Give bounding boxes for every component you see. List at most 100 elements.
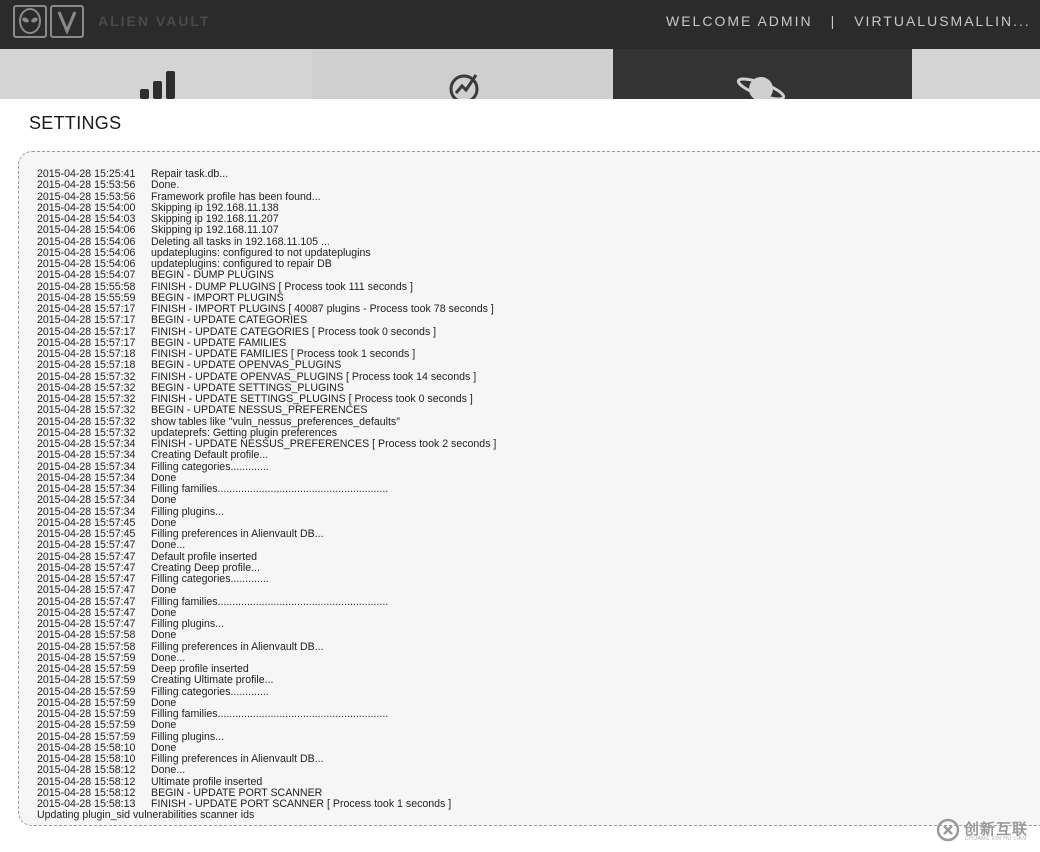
- header-separator: |: [830, 13, 837, 29]
- log-timestamp: 2015-04-28 15:57:59: [37, 719, 136, 732]
- log-timestamp: 2015-04-28 15:57:47: [37, 539, 136, 552]
- log-message: Creating Ultimate profile...: [151, 674, 274, 687]
- log-message: Filling categories.............: [151, 460, 269, 473]
- nav-tab-environment[interactable]: [613, 49, 912, 99]
- log-message: FINISH - UPDATE PORT SCANNER [ Process t…: [151, 798, 452, 810]
- log-message: Filling preferences in Alienvault DB...: [151, 528, 324, 540]
- log-lines: 2015-04-28 15:25:41 Repair task.db... 2015…: [37, 168, 497, 822]
- log-line: Updating plugin_sid vulnerabilities scan…: [37, 810, 496, 821]
- log-message: FINISH - IMPORT PLUGINS [ 40087 plugins …: [151, 303, 494, 315]
- log-timestamp: 2015-04-28 15:53:56: [37, 179, 136, 192]
- log-message: Done: [151, 471, 177, 484]
- welcome-text[interactable]: WELCOME ADMIN: [666, 13, 813, 29]
- log-timestamp: 2015-04-28 15:57:18: [37, 359, 136, 372]
- log-message: updateplugins: configured to repair DB: [151, 258, 332, 270]
- log-timestamp: 2015-04-28 15:57:32: [37, 404, 136, 417]
- log-message: show tables like "vuln_nessus_preference…: [151, 415, 400, 428]
- log-timestamp: 2015-04-28 15:57:34: [37, 494, 136, 507]
- log-message: Filling plugins...: [151, 730, 225, 743]
- log-message: BEGIN - IMPORT PLUGINS: [151, 291, 284, 304]
- alien-logo-icon[interactable]: [13, 5, 47, 38]
- nav-tab-more[interactable]: [913, 49, 1040, 99]
- log-message: BEGIN - UPDATE OPENVAS_PLUGINS: [151, 359, 342, 372]
- log-message: Done...: [151, 651, 186, 664]
- log-timestamp: 2015-04-28 15:57:59: [37, 674, 136, 687]
- log-message: Skipping ip 192.168.11.107: [151, 224, 279, 237]
- log-message: Skipping ip 192.168.11.207: [151, 213, 279, 225]
- log-message: FINISH - UPDATE SETTINGS_PLUGINS [ Proce…: [151, 393, 473, 405]
- brand-name: ALIEN VAULT: [98, 13, 211, 29]
- log-message: Done: [151, 494, 177, 507]
- log-message: Filling categories.............: [151, 573, 269, 585]
- log-message: Filling preferences in Alienvault DB...: [151, 640, 324, 653]
- main-nav: [0, 49, 1040, 99]
- log-message: Done: [151, 629, 177, 642]
- log-message: FINISH - DUMP PLUGINS [ Process took 111…: [151, 280, 413, 293]
- log-message: Done: [151, 696, 177, 709]
- log-message: BEGIN - UPDATE SETTINGS_PLUGINS: [151, 381, 344, 394]
- top-bar: ALIEN VAULT WELCOME ADMIN | VIRTUALUSMALLI…: [0, 0, 1040, 49]
- log-message: Filling plugins...: [151, 505, 225, 518]
- log-message: Deleting all tasks in 192.168.11.105 ...: [151, 235, 330, 248]
- log-message: BEGIN - UPDATE PORT SCANNER: [151, 786, 323, 799]
- log-message: FINISH - UPDATE NESSUS_PREFERENCES [ Pro…: [151, 438, 497, 450]
- log-message: Done: [151, 584, 177, 597]
- user-menu[interactable]: WELCOME ADMIN | VIRTUALUSMALLIN...: [666, 13, 1036, 29]
- log-message: Done...: [151, 539, 186, 552]
- nav-tab-dashboard[interactable]: [0, 49, 312, 99]
- log-message: Done: [151, 606, 177, 619]
- log-line: 2015-04-28 15:57:47 Done...: [37, 539, 496, 552]
- gauge-icon: [449, 74, 479, 99]
- log-message: BEGIN - UPDATE NESSUS_PREFERENCES: [151, 404, 368, 417]
- nav-tab-analysis[interactable]: [312, 49, 612, 99]
- watermark: 创新互联 CHUANG XIN HU LIAN: [936, 816, 1036, 846]
- watermark-subtext: CHUANG XIN HU LIAN: [965, 836, 1027, 842]
- log-message: Filling plugins...: [151, 618, 225, 630]
- v-logo-icon[interactable]: [50, 5, 84, 38]
- log-message: Filling families........................…: [151, 483, 389, 495]
- log-line: 2015-04-28 15:57:34 Done: [37, 494, 496, 507]
- log-message: Done.: [151, 179, 180, 192]
- log-timestamp: 2015-04-28 15:58:12: [37, 764, 136, 777]
- settings-modal: SETTINGS 2015-04-28 15:25:41 Repair task.…: [4, 99, 1040, 852]
- log-message: BEGIN - UPDATE FAMILIES: [151, 336, 287, 349]
- log-message: Repair task.db...: [151, 168, 229, 180]
- log-message: Filling categories.............: [151, 685, 269, 698]
- log-message: Done...: [151, 764, 186, 777]
- log-message: Creating Deep profile...: [151, 561, 260, 574]
- log-message: Filling preferences in Alienvault DB...: [151, 753, 324, 765]
- log-timestamp: 2015-04-28 15:57:17: [37, 314, 136, 327]
- log-timestamp: 2015-04-28 15:57:47: [37, 584, 136, 597]
- log-timestamp: 2015-04-28 15:57:34: [37, 449, 136, 462]
- log-message: Filling families........................…: [151, 708, 389, 720]
- log-message: Creating Default profile...: [151, 449, 269, 462]
- log-message: BEGIN - DUMP PLUGINS: [151, 269, 274, 282]
- modal-title: SETTINGS: [29, 113, 122, 133]
- log-message: updateprefs: Getting plugin preferences: [151, 426, 338, 439]
- log-message: BEGIN - UPDATE CATEGORIES: [151, 314, 308, 327]
- log-message: Default profile inserted: [151, 550, 257, 563]
- log-timestamp: 2015-04-28 15:54:06: [37, 224, 136, 237]
- system-name[interactable]: VIRTUALUSMALLIN...: [854, 13, 1031, 29]
- log-message: Filling families........................…: [151, 595, 389, 608]
- log-message: Skipping ip 192.168.11.138: [151, 201, 279, 214]
- log-message: Done: [151, 719, 177, 732]
- log-message: Done: [151, 516, 177, 529]
- log-message: updateplugins: configured to not updatep…: [151, 246, 371, 259]
- log-message: Framework profile has been found...: [151, 190, 321, 203]
- log-message: Deep profile inserted: [151, 663, 249, 675]
- planet-icon: [736, 77, 786, 99]
- log-output-panel[interactable]: 2015-04-28 15:25:41 Repair task.db... 2015…: [18, 151, 1040, 826]
- watermark-logo-icon: [936, 818, 960, 842]
- log-line: 2015-04-28 15:57:59 Done: [37, 719, 496, 732]
- log-message: FINISH - UPDATE OPENVAS_PLUGINS [ Proces…: [151, 370, 477, 383]
- log-line: 2015-04-28 15:58:12 Done...: [37, 764, 496, 777]
- log-message: Ultimate profile inserted: [151, 775, 263, 788]
- log-message: FINISH - UPDATE FAMILIES [ Process took …: [151, 348, 416, 360]
- log-timestamp: 2015-04-28 15:54:07: [37, 269, 136, 282]
- log-message: Done: [151, 741, 177, 754]
- log-timestamp: 2015-04-28 15:57:58: [37, 629, 136, 642]
- bar-chart-icon: [140, 71, 175, 99]
- log-message: FINISH - UPDATE CATEGORIES [ Process too…: [151, 325, 437, 338]
- log-message: Updating plugin_sid vulnerabilities scan…: [37, 809, 255, 822]
